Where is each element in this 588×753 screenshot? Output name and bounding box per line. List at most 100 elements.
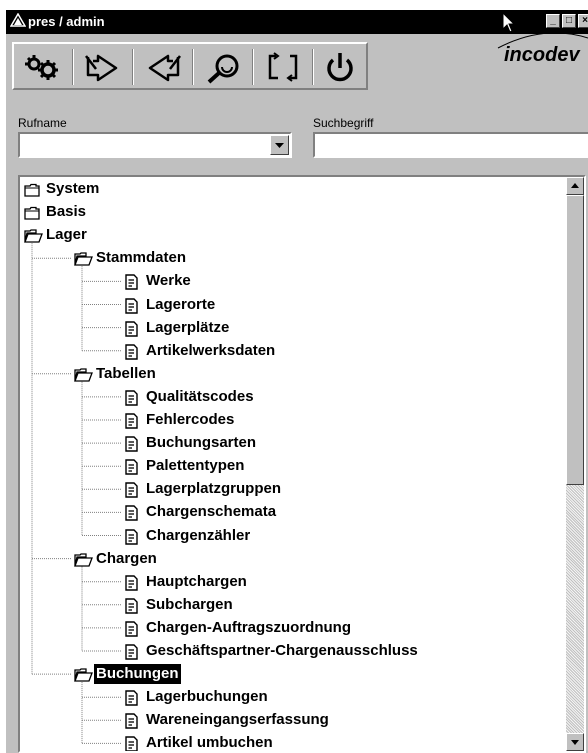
document-icon [125,320,138,337]
document-icon [125,413,138,429]
document-icon [125,343,138,360]
maximize-icon: □ [565,15,573,26]
document-icon [125,528,138,545]
folder-closed-icon [24,206,40,220]
toolbar-separator [252,49,254,85]
back-arrow-icon [148,54,181,82]
document-icon [125,574,138,591]
folder-closed-icon [24,183,40,197]
document-icon [125,736,138,751]
tree-node-label: Lager [46,226,87,244]
close-icon: × [582,15,588,26]
tree-node-label: Palettentypen [146,457,245,475]
document-icon [124,459,139,482]
tree-node-label: Basis [46,203,87,221]
tree-node-label: Werke [146,272,191,290]
gears-icon [25,55,58,80]
document-icon [125,390,138,406]
folder-open-icon [74,251,93,273]
tree-node-label: Artikelwerksdaten [146,341,276,359]
folder-closed-icon [24,205,41,227]
document-icon [125,482,138,498]
document-icon [125,621,138,637]
tree-node-label: Lagerorte [146,295,216,313]
document-icon [124,320,139,344]
tree-node-label: Chargenschemata [146,503,277,521]
tree-node-label: Chargen [96,549,157,567]
document-icon [124,713,139,736]
toolbar-separator [312,49,314,85]
toolbar-separator [192,49,194,85]
tree-node-label: Subchargen [146,595,233,613]
folder-open-icon [24,228,43,250]
tree-node-label: Lagerplätze [146,318,230,336]
minimize-button[interactable]: _ [546,14,560,28]
document-icon [125,713,138,729]
tree-node-label: Lagerplatzgruppen [146,480,282,498]
triangle-up-icon [571,183,579,188]
forward-button[interactable] [76,47,130,87]
document-icon [124,482,139,505]
folder-open-icon [24,229,43,243]
tree-node-label: Chargen-Auftragszuordnung [146,618,351,636]
tree-node-label: Buchungen [94,664,181,685]
power-button[interactable] [316,47,364,87]
suchbegriff-input[interactable] [313,132,588,158]
folder-closed-icon [24,182,41,204]
power-icon [327,53,353,82]
window-title: pres / admin [28,14,105,29]
document-icon [125,598,138,614]
folder-open-icon [74,252,93,266]
folder-open-icon [74,667,93,689]
navigation-tree[interactable]: System Basis Lager Stammdaten Werke Lagerorte… [18,175,586,753]
scroll-down-button[interactable] [566,733,584,751]
toolbar-separator [132,49,134,85]
tree-node-label: System [46,180,100,197]
folder-open-icon [74,552,93,574]
tree-node-label: Qualitätscodes [146,387,254,405]
document-icon [124,274,139,297]
minimize-icon: _ [550,15,556,26]
brand-logo: incodev [504,44,580,66]
folder-open-icon [74,367,93,389]
close-button[interactable]: × [578,14,588,28]
document-icon [125,297,138,314]
document-icon [124,574,139,598]
document-icon [125,459,138,475]
tree-node-label: Lagerbuchungen [146,688,268,706]
tree-node-label: Chargenzähler [146,526,251,544]
chevron-down-icon [275,143,284,148]
maximize-button[interactable]: □ [562,14,576,28]
scrollbar-thumb[interactable] [566,195,584,485]
tree-node-label: Wareneingangserfassung [146,711,329,729]
tree-node-label: Fehlercodes [146,411,235,428]
vertical-scrollbar[interactable] [566,177,584,751]
app-triangle-icon [10,13,26,27]
document-icon [124,621,139,644]
tree-node-label: Buchungsarten [146,434,257,452]
document-icon [124,736,139,751]
document-icon [124,505,139,528]
document-icon [125,274,138,291]
tree-node-label: Stammdaten [96,249,187,267]
back-button[interactable] [136,47,190,87]
document-icon [125,644,138,660]
document-icon [124,390,139,413]
rufname-select[interactable] [18,132,292,158]
scroll-up-button[interactable] [566,177,584,195]
tree-node-label: Geschäftspartner-Chargenausschluss [146,642,418,659]
refresh-icon [268,52,298,82]
toolbar-separator [72,49,74,85]
triangle-down-icon [571,740,579,745]
document-icon [125,690,138,706]
folder-open-icon [74,552,93,567]
dropdown-button[interactable] [270,135,289,155]
settings-button[interactable] [16,47,70,87]
tree-node-label: Tabellen [96,364,156,382]
refresh-button[interactable] [256,47,310,87]
document-icon [124,436,139,459]
search-button[interactable] [196,47,250,87]
forward-arrow-icon [85,54,118,82]
toolbar [12,42,368,90]
rufname-label: Rufname [18,116,67,130]
